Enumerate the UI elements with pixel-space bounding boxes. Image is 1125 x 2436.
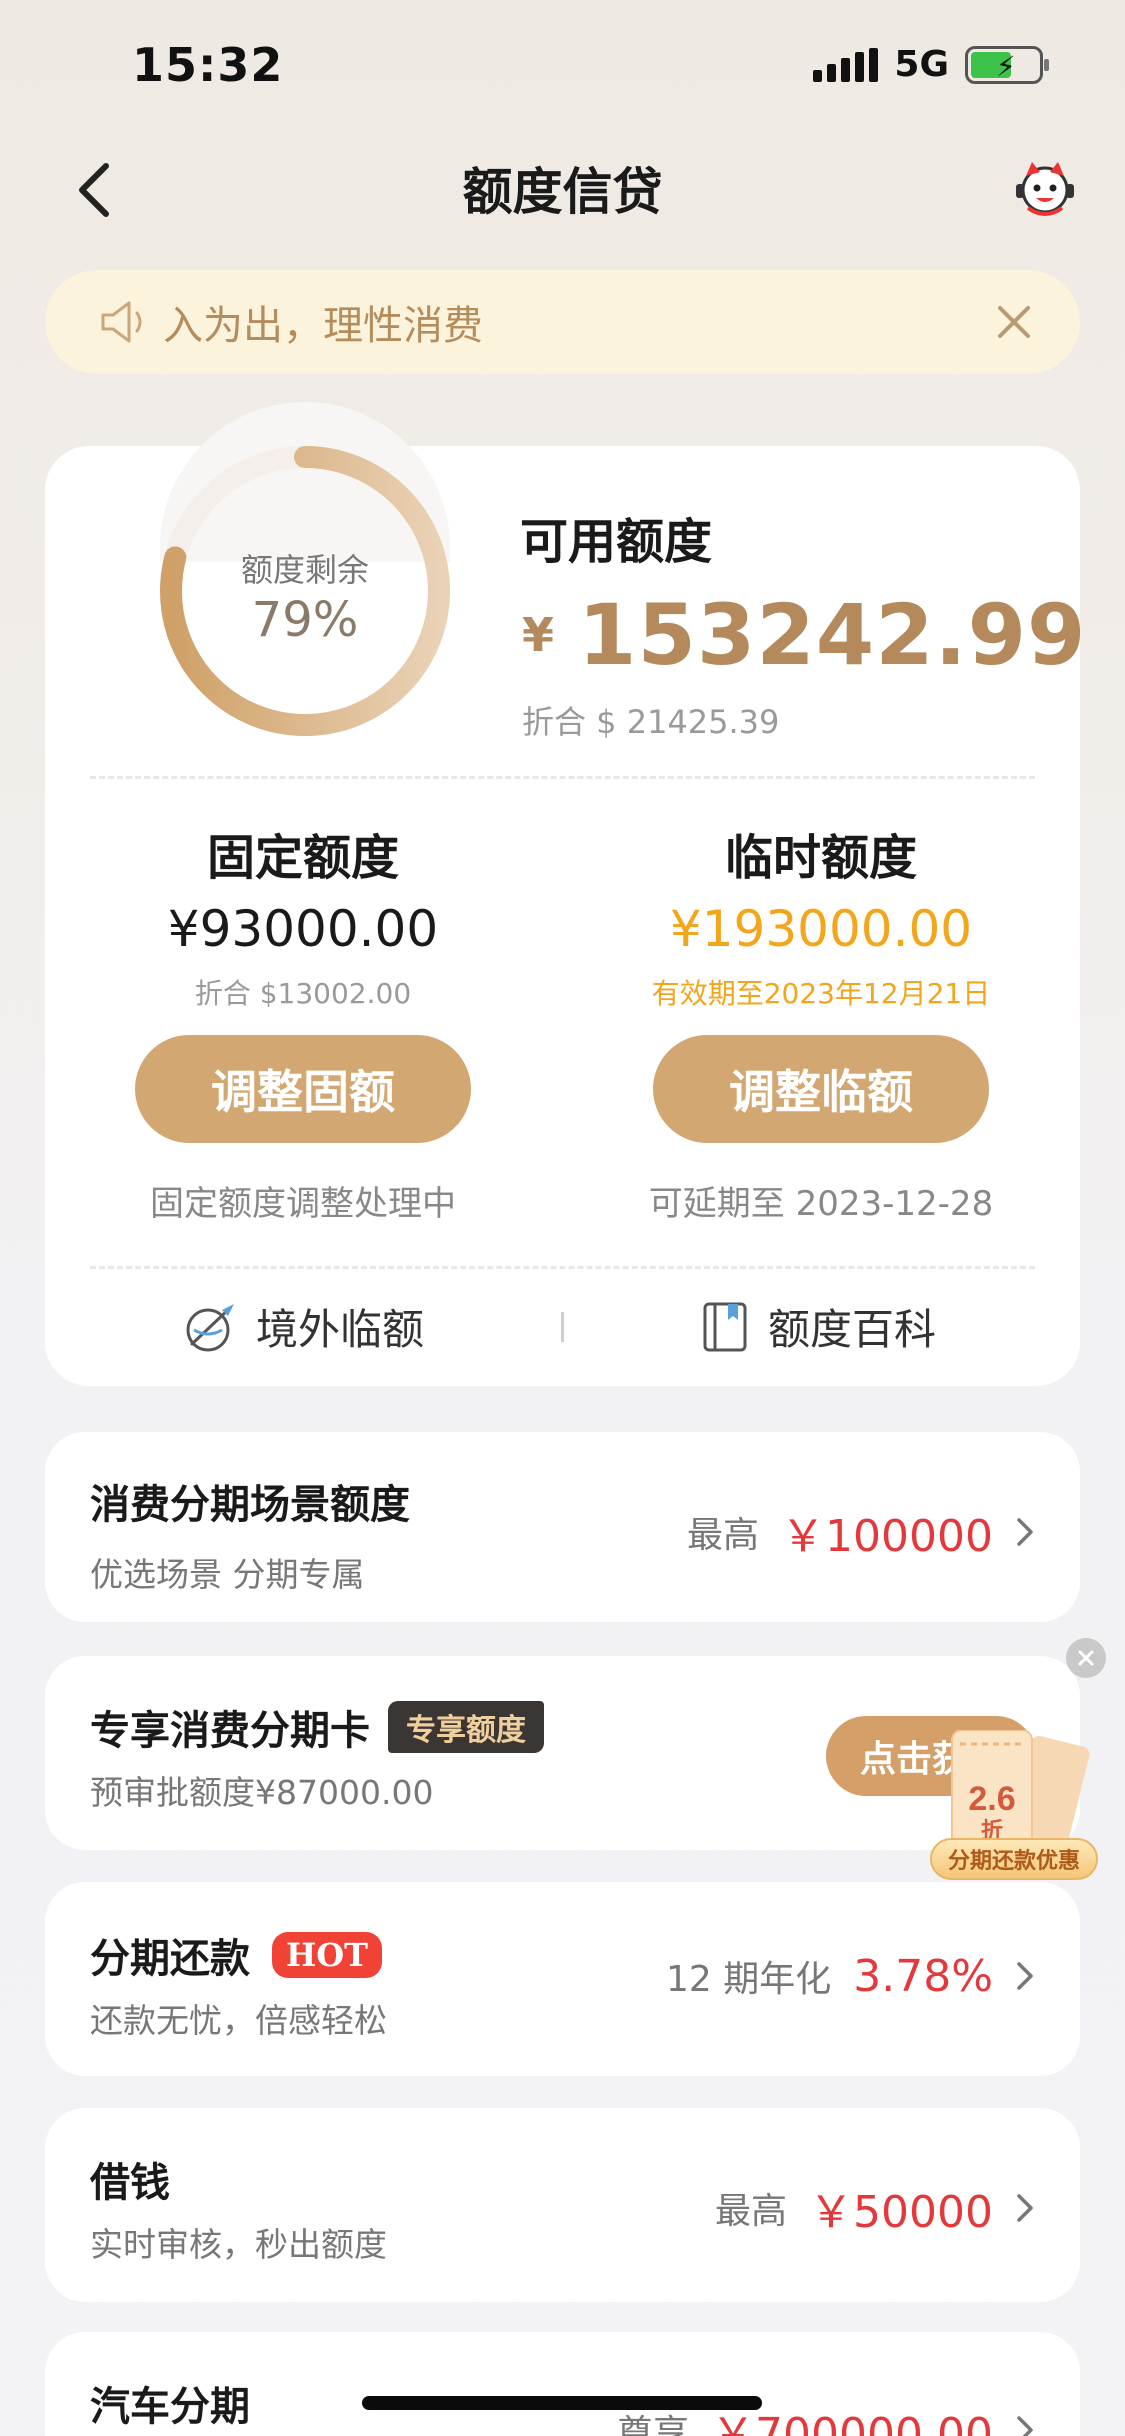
plane-globe-icon xyxy=(186,1303,234,1351)
list-item-prefix: 最高 xyxy=(687,1515,760,1556)
chevron-right-icon xyxy=(1017,1962,1033,1990)
close-icon[interactable] xyxy=(994,302,1034,342)
list-item-title: 消费分期场景额度 xyxy=(90,1482,410,1528)
list-item-subtitle: 实时审核，秒出额度 xyxy=(90,2225,387,2264)
fixed-limit-note: 固定额度调整处理中 xyxy=(150,1184,456,1224)
limit-encyclopedia-link[interactable]: 额度百科 xyxy=(700,1296,936,1357)
temporary-limit-title: 临时额度 xyxy=(724,830,917,886)
list-item-value: 3.78% xyxy=(853,1950,993,2002)
exclusive-badge: 专享额度 xyxy=(388,1701,544,1753)
speaker-icon xyxy=(101,301,142,343)
divider xyxy=(90,1266,1035,1269)
battery-icon: ⚡ xyxy=(965,45,1049,84)
home-indicator xyxy=(362,2396,762,2410)
remaining-quota-ring xyxy=(160,446,450,736)
status-time: 15:32 xyxy=(132,38,284,92)
overseas-limit-label: 境外临额 xyxy=(256,1305,425,1354)
list-item-prefix: 最高 xyxy=(715,2191,788,2232)
page-title: 额度信贷 xyxy=(462,163,663,221)
fixed-limit-title: 固定额度 xyxy=(206,830,399,886)
list-item-subtitle: 还款无忧，倍感轻松 xyxy=(90,2001,387,2040)
chevron-right-icon xyxy=(1017,2416,1033,2436)
temporary-limit-validity: 有效期至2023年12月21日 xyxy=(651,977,991,1010)
currency-symbol: ¥ xyxy=(522,608,555,662)
adjust-temporary-limit-button[interactable]: 调整临额 xyxy=(653,1035,989,1143)
promo-label[interactable]: 分期还款优惠 xyxy=(930,1838,1098,1880)
status-indicators: 5G ⚡ xyxy=(813,44,1049,85)
chevron-right-icon xyxy=(1017,1518,1033,1546)
fixed-limit-amount: ¥93000.00 xyxy=(167,900,439,958)
limit-encyclopedia-label: 额度百科 xyxy=(768,1305,937,1354)
adjust-fixed-limit-button[interactable]: 调整固额 xyxy=(135,1035,471,1143)
list-item-value-group: 最高 ￥50000 xyxy=(715,2176,1035,2240)
overseas-limit-link[interactable]: 境外临额 xyxy=(182,1296,424,1357)
list-item-title: 专享消费分期卡 xyxy=(90,1708,370,1754)
hot-badge: HOT xyxy=(272,1932,382,1978)
available-limit-amount: 153242.99 xyxy=(578,586,1087,684)
list-item-value-group: 最高 ￥100000 xyxy=(687,1500,1035,1564)
book-icon xyxy=(703,1302,747,1351)
list-item-title: 分期还款 xyxy=(90,1936,250,1982)
list-item-subtitle: 预审批额度¥87000.00 xyxy=(90,1773,434,1812)
temporary-limit-note: 可延期至 2023-12-28 xyxy=(648,1184,994,1224)
list-item-value: ￥50000 xyxy=(809,2187,993,2238)
available-limit-usd: 折合 $ 21425.39 xyxy=(522,703,780,741)
signal-icon xyxy=(813,47,879,82)
notice-banner: 入为出，理性消费 xyxy=(45,270,1080,374)
ring-percent: 79% xyxy=(251,592,359,648)
divider xyxy=(90,776,1035,779)
customer-service-mascot-icon[interactable] xyxy=(1012,158,1078,218)
list-item-prefix: 12 期年化 xyxy=(665,1959,832,2000)
chevron-right-icon xyxy=(1017,2194,1033,2222)
fixed-limit-usd: 折合 $13002.00 xyxy=(194,977,412,1010)
ring-label: 额度剩余 xyxy=(240,551,369,589)
close-icon xyxy=(1078,1650,1094,1666)
list-item-subtitle: 优选场景 分期专属 xyxy=(90,1555,365,1594)
promo-close-button[interactable] xyxy=(1066,1638,1106,1678)
list-item-title: 汽车分期 xyxy=(90,2384,250,2430)
temporary-limit-amount: ¥193000.00 xyxy=(669,900,973,958)
list-item-title-group: 专享消费分期卡 专享额度 xyxy=(90,1698,544,1756)
promo-discount: 2.6 xyxy=(968,1780,1015,1818)
list-item-title-group: 分期还款 HOT xyxy=(90,1926,382,1984)
notice-text: 入为出，理性消费 xyxy=(163,303,483,349)
list-item-value: ￥100000 xyxy=(781,1511,993,1562)
network-type: 5G xyxy=(894,44,949,85)
list-item-value-group: 12 期年化 3.78% xyxy=(666,1950,1035,2002)
link-separator xyxy=(561,1312,564,1342)
list-item-title: 借钱 xyxy=(90,2160,170,2206)
available-limit-label: 可用额度 xyxy=(520,514,713,570)
